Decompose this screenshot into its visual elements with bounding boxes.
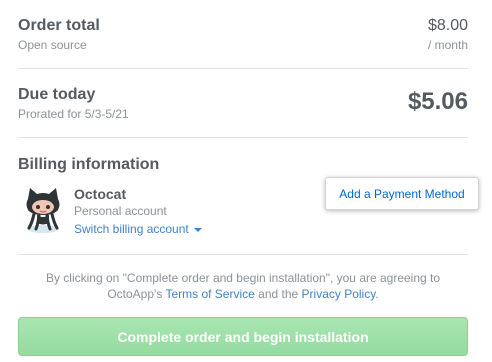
terms-of-service-link[interactable]: Terms of Service xyxy=(165,287,254,301)
order-total-amount: $8.00 xyxy=(427,17,468,34)
agreement-text-end: . xyxy=(375,287,379,301)
complete-order-button[interactable]: Complete order and begin installation xyxy=(18,317,468,356)
switch-billing-account-label: Switch billing account xyxy=(74,222,189,236)
due-today-row: Due today Prorated for 5/3-5/21 $5.06 xyxy=(18,86,468,136)
privacy-policy-link[interactable]: Privacy Policy xyxy=(302,287,376,301)
agreement-text-middle: and the xyxy=(258,287,299,301)
caret-down-icon xyxy=(193,227,202,232)
divider xyxy=(18,68,468,69)
order-total-row: Order total Open source $8.00 / month xyxy=(18,17,468,67)
due-today-label: Due today xyxy=(18,86,96,103)
checkout-summary-panel: Order total Open source $8.00 / month Du… xyxy=(0,0,492,362)
billing-information-heading: Billing information xyxy=(18,156,160,173)
octocat-icon xyxy=(20,185,66,235)
switch-billing-account-dropdown[interactable]: Switch billing account xyxy=(74,222,202,236)
order-plan-label: Open source xyxy=(18,38,87,52)
order-billing-period: / month xyxy=(427,38,468,52)
agreement-text: By clicking on "Complete order and begin… xyxy=(18,270,468,302)
due-today-amount: $5.06 xyxy=(407,88,468,115)
divider xyxy=(18,254,468,255)
account-type: Personal account xyxy=(74,204,167,218)
order-total-label: Order total xyxy=(18,17,100,34)
add-payment-method-button[interactable]: Add a Payment Method xyxy=(325,177,479,210)
account-name: Octocat xyxy=(74,186,127,202)
divider xyxy=(18,137,468,138)
prorated-label: Prorated for 5/3-5/21 xyxy=(18,107,129,121)
